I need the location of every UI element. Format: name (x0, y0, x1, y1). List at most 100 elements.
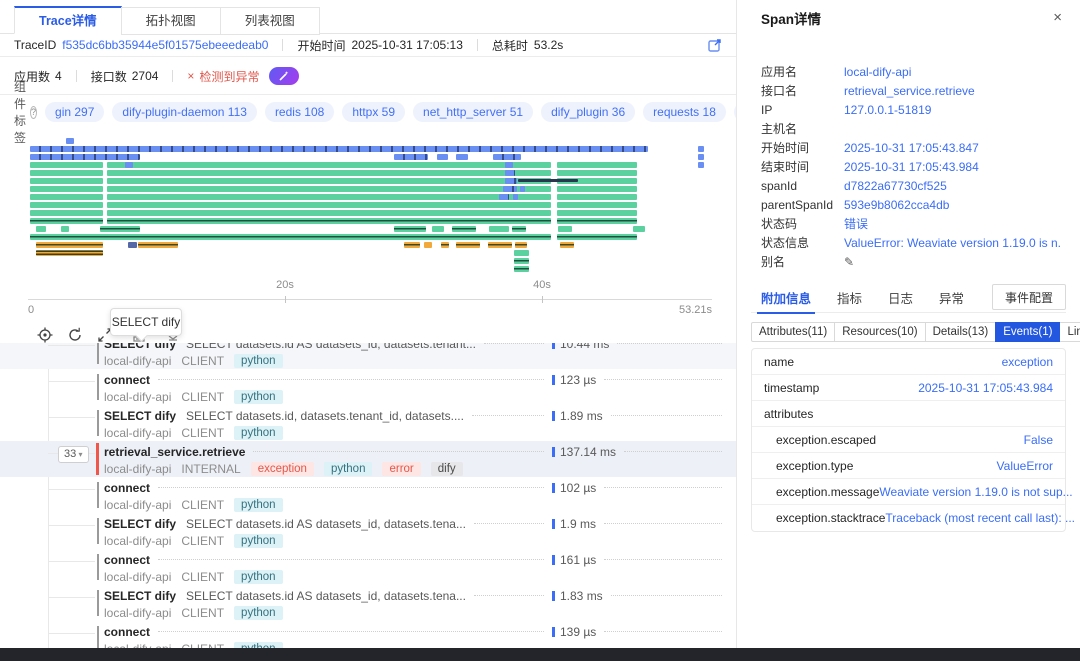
flame-span-bar[interactable] (30, 202, 103, 208)
flame-span-bar[interactable] (61, 226, 69, 232)
field-value[interactable]: 错误 (844, 215, 868, 232)
span-row[interactable]: SELECT difySELECT datasets.id AS dataset… (0, 513, 736, 549)
event-value[interactable]: exception (1002, 355, 1053, 369)
flame-span-bar[interactable] (424, 242, 432, 248)
flame-span-bar[interactable] (30, 178, 103, 184)
flame-span-bar[interactable] (432, 226, 444, 232)
flame-span-bar[interactable] (456, 154, 468, 160)
event-value[interactable]: ValueError (997, 459, 1053, 473)
flame-span-bar[interactable] (514, 250, 529, 256)
refresh-icon[interactable] (66, 326, 84, 344)
span-row[interactable]: SELECT difySELECT datasets.id AS dataset… (0, 585, 736, 621)
tab-trace-detail[interactable]: Trace详情 (14, 6, 122, 34)
tab-list-view[interactable]: 列表视图 (220, 7, 320, 35)
flame-span-bar[interactable] (138, 242, 178, 248)
help-icon[interactable]: ? (30, 106, 37, 119)
flame-span-bar[interactable] (560, 242, 574, 248)
span-row[interactable]: SELECT difySELECT datasets.id AS dataset… (0, 343, 736, 369)
flame-span-bar[interactable] (66, 138, 74, 144)
flame-span-bar[interactable] (30, 170, 103, 176)
flame-span-bar[interactable] (30, 154, 140, 160)
event-value[interactable]: Traceback (most recent call last): ... (885, 511, 1075, 525)
flame-span-bar[interactable] (30, 218, 103, 224)
flame-span-bar[interactable] (394, 154, 428, 160)
flame-span-bar[interactable] (107, 202, 551, 208)
flame-span-bar[interactable] (30, 162, 103, 168)
close-icon[interactable]: × (1053, 11, 1062, 25)
event-value[interactable]: 2025-10-31 17:05:43.984 (918, 381, 1053, 395)
flame-span-bar[interactable] (557, 234, 637, 240)
flame-span-bar[interactable] (493, 154, 521, 160)
detail-tab[interactable]: 日志 (888, 288, 913, 314)
flame-span-bar[interactable] (107, 162, 551, 168)
flame-span-bar[interactable] (30, 194, 103, 200)
flame-span-bar[interactable] (128, 242, 137, 248)
span-row[interactable]: 33 ▾retrieval_service.retrieve137.14 msl… (0, 441, 736, 477)
locate-icon[interactable] (36, 326, 54, 344)
detail-tab[interactable]: 指标 (837, 288, 862, 314)
flame-span-bar[interactable] (557, 194, 637, 200)
flame-span-bar[interactable] (30, 186, 103, 192)
flame-span-bar[interactable] (557, 170, 637, 176)
flame-span-bar[interactable] (557, 162, 637, 168)
component-tag-pill[interactable]: dify_plugin 36 (541, 102, 635, 122)
flame-span-bar[interactable] (499, 194, 509, 200)
tab-topology-view[interactable]: 拓扑视图 (121, 7, 221, 35)
flame-span-bar[interactable] (437, 154, 448, 160)
flame-span-bar[interactable] (489, 226, 509, 232)
flame-span-bar[interactable] (107, 210, 551, 216)
flame-span-bar[interactable] (394, 226, 426, 232)
span-row[interactable]: connect102 µslocal-dify-apiCLIENTpython (0, 477, 736, 513)
flame-span-bar[interactable] (513, 194, 518, 200)
field-value[interactable]: retrieval_service.retrieve (844, 84, 975, 98)
component-tag-pill[interactable]: gin 297 (45, 102, 104, 122)
flame-span-bar[interactable] (557, 202, 637, 208)
flame-span-bar[interactable] (557, 218, 637, 224)
flame-span-bar[interactable] (30, 210, 103, 216)
component-tag-pill[interactable]: net_http_server 51 (413, 102, 533, 122)
component-tag-pill[interactable]: httpx 59 (342, 102, 405, 122)
flame-span-bar[interactable] (698, 146, 704, 152)
component-tag-pill[interactable]: redis 108 (265, 102, 334, 122)
flame-span-bar[interactable] (404, 242, 420, 248)
flame-span-bar[interactable] (633, 226, 645, 232)
flame-span-bar[interactable] (505, 162, 513, 168)
span-row[interactable]: connect123 µslocal-dify-apiCLIENTpython (0, 369, 736, 405)
flame-span-bar[interactable] (698, 154, 704, 160)
event-value[interactable]: Weaviate version 1.19.0 is not sup... (879, 485, 1072, 499)
flame-span-bar[interactable] (514, 266, 529, 272)
subtab-segment[interactable]: Events(1) (995, 322, 1060, 342)
flame-span-bar[interactable] (107, 218, 551, 224)
flame-span-bar[interactable] (456, 242, 480, 248)
flame-span-bar[interactable] (36, 250, 103, 256)
flame-span-bar[interactable] (30, 146, 648, 152)
flame-span-bar[interactable] (518, 179, 578, 182)
component-tag-pill[interactable]: dify-plugin-daemon 113 (112, 102, 257, 122)
ai-analysis-button[interactable] (269, 67, 299, 85)
event-value[interactable]: False (1024, 433, 1053, 447)
field-value[interactable]: 2025-10-31 17:05:43.847 (844, 141, 979, 155)
field-value[interactable]: 593e9b8062cca4db (844, 198, 949, 212)
flame-span-bar[interactable] (505, 170, 515, 176)
detail-tab[interactable]: 异常 (939, 288, 964, 314)
flame-span-bar[interactable] (503, 186, 517, 192)
edit-alias-icon[interactable]: ✎ (844, 255, 854, 269)
flame-span-bar[interactable] (505, 178, 517, 184)
flame-span-bar[interactable] (515, 242, 527, 248)
flame-span-bar[interactable] (30, 234, 551, 240)
field-value[interactable]: local-dify-api (844, 65, 911, 79)
flame-span-bar[interactable] (488, 242, 512, 248)
field-value[interactable]: 2025-10-31 17:05:43.984 (844, 160, 979, 174)
flame-span-bar[interactable] (441, 242, 449, 248)
subtab-segment[interactable]: Details(13) (925, 322, 997, 342)
flame-span-bar[interactable] (36, 242, 103, 248)
span-row[interactable]: connect161 µslocal-dify-apiCLIENTpython (0, 549, 736, 585)
flame-span-bar[interactable] (107, 186, 551, 192)
flame-span-bar[interactable] (452, 226, 476, 232)
flame-span-bar[interactable] (558, 226, 572, 232)
flame-span-bar[interactable] (557, 210, 637, 216)
subtab-segment[interactable]: Attributes(11) (751, 322, 835, 342)
subtab-segment[interactable]: Resources(10) (834, 322, 925, 342)
component-tag-pill[interactable]: requests 18 (643, 102, 726, 122)
event-config-button[interactable]: 事件配置 (992, 284, 1066, 310)
